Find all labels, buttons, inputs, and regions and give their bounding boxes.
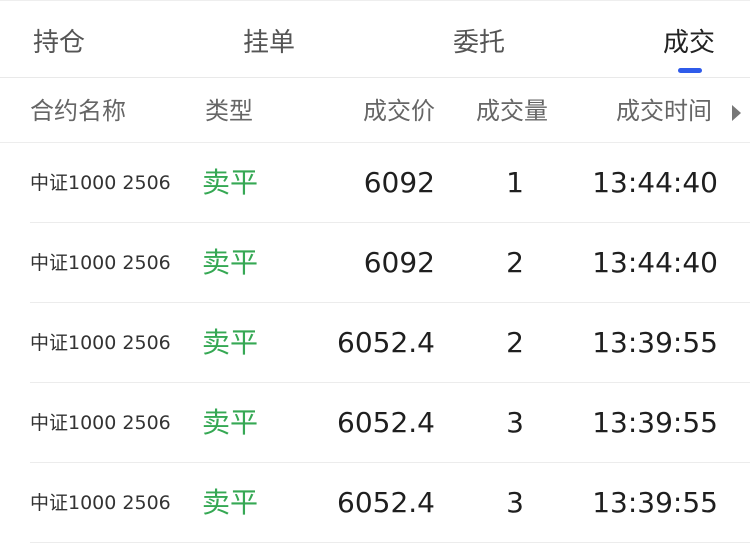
header-type: 类型 (205, 97, 253, 125)
header-contract-name: 合约名称 (30, 97, 126, 125)
contract-name: 中证1000 2506 (30, 332, 171, 354)
trade-type: 卖平 (202, 326, 259, 359)
header-quantity: 成交量 (476, 97, 548, 125)
contract-name: 中证1000 2506 (30, 412, 171, 434)
header-time: 成交时间 (616, 97, 712, 125)
table-row[interactable]: 中证1000 2506 卖平 6092 1 13:44:40 (30, 143, 750, 223)
trade-price: 6052.4 (337, 326, 435, 359)
contract-name: 中证1000 2506 (30, 252, 171, 274)
tab-trades[interactable]: 成交 (663, 23, 715, 63)
table-row[interactable]: 中证1000 2506 卖平 6092 2 13:44:40 (30, 223, 750, 303)
trade-time: 13:44:40 (592, 166, 718, 199)
trade-quantity: 3 (506, 486, 524, 519)
trade-type: 卖平 (202, 246, 259, 279)
trade-quantity: 1 (506, 166, 524, 199)
trade-time: 13:39:55 (592, 486, 718, 519)
trade-quantity: 3 (506, 406, 524, 439)
table-row[interactable]: 中证1000 2506 卖平 6052.4 2 13:39:55 (30, 303, 750, 383)
trade-type: 卖平 (202, 486, 259, 519)
trade-type: 卖平 (202, 166, 259, 199)
trade-quantity: 2 (506, 246, 524, 279)
table-header: 合约名称 类型 成交价 成交量 成交时间 (0, 79, 750, 143)
trade-price: 6092 (363, 246, 435, 279)
trade-time: 13:44:40 (592, 246, 718, 279)
tab-orders[interactable]: 委托 (453, 23, 505, 63)
tab-bar: 持仓 挂单 委托 成交 (0, 0, 750, 78)
contract-name: 中证1000 2506 (30, 492, 171, 514)
trade-time: 13:39:55 (592, 326, 718, 359)
trade-price: 6052.4 (337, 406, 435, 439)
tab-positions[interactable]: 持仓 (33, 23, 85, 63)
table-row[interactable]: 中证1000 2506 卖平 6052.4 3 13:39:55 (30, 383, 750, 463)
active-tab-indicator (678, 68, 702, 73)
trade-price: 6092 (363, 166, 435, 199)
header-price: 成交价 (363, 97, 435, 125)
trade-time: 13:39:55 (592, 406, 718, 439)
table-row[interactable]: 中证1000 2506 卖平 6052.4 3 13:39:55 (30, 463, 750, 543)
trade-quantity: 2 (506, 326, 524, 359)
contract-name: 中证1000 2506 (30, 172, 171, 194)
trade-price: 6052.4 (337, 486, 435, 519)
caret-right-icon[interactable] (732, 105, 741, 121)
tab-pending-orders[interactable]: 挂单 (243, 23, 295, 63)
trade-type: 卖平 (202, 406, 259, 439)
